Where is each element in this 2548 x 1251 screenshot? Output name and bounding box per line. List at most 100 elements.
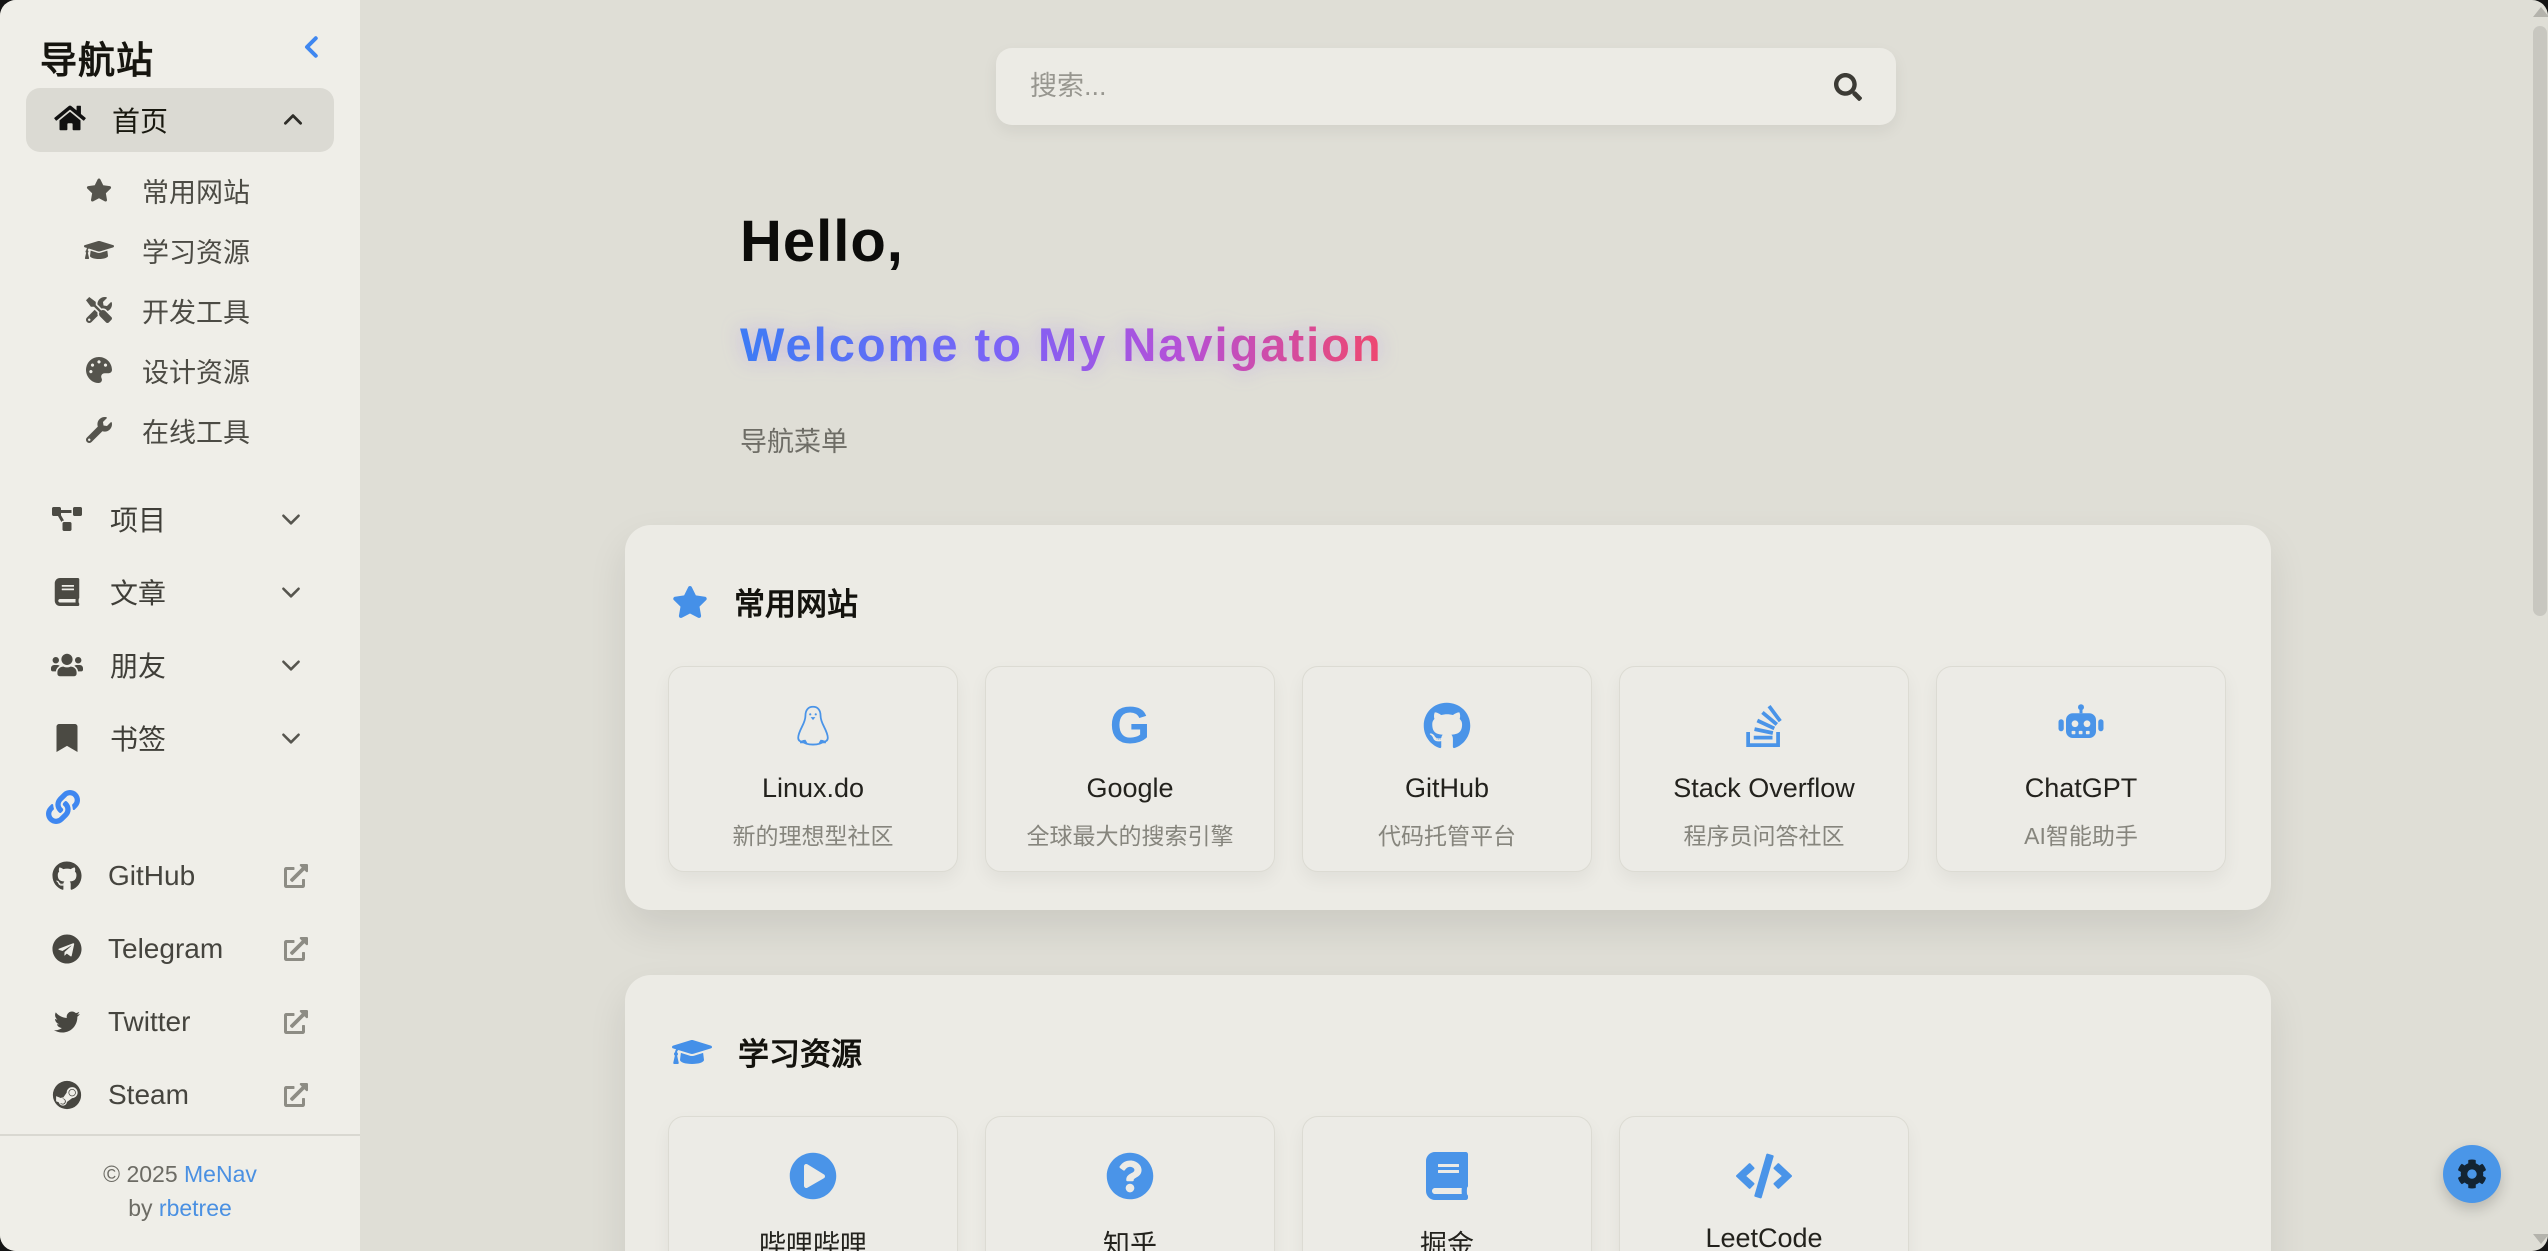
links-section-marker bbox=[0, 774, 360, 839]
sidebar-link-label: Steam bbox=[108, 1079, 189, 1111]
scrollbar-up-arrow[interactable] bbox=[2533, 7, 2548, 17]
site-card-zhihu[interactable]: 知乎 bbox=[985, 1116, 1275, 1251]
external-link-icon bbox=[284, 937, 308, 961]
sidebar-item-label: 首页 bbox=[112, 100, 168, 140]
sidebar-item-label: 书签 bbox=[110, 718, 166, 758]
sidebar-subitem-label: 开发工具 bbox=[142, 291, 250, 330]
card-description: 全球最大的搜索引擎 bbox=[1027, 817, 1234, 851]
link-icon bbox=[46, 811, 80, 828]
external-link-icon bbox=[284, 1083, 308, 1107]
steam-icon bbox=[50, 1080, 84, 1110]
book-icon bbox=[50, 578, 84, 606]
site-card-leetcode[interactable]: LeetCode bbox=[1619, 1116, 1909, 1251]
github-icon bbox=[1423, 701, 1471, 751]
sidebar-item-label: 文章 bbox=[110, 572, 166, 612]
chevron-down-icon bbox=[278, 506, 304, 532]
stack-overflow-icon bbox=[1746, 701, 1782, 751]
chevron-down-icon bbox=[278, 652, 304, 678]
section-title: 常用网站 bbox=[734, 579, 858, 624]
by-text: by bbox=[128, 1195, 152, 1221]
sidebar-links: GitHub Telegram Twitter Steam bbox=[0, 839, 360, 1131]
sidebar-link-label: Telegram bbox=[108, 933, 223, 965]
graduation-cap-icon bbox=[672, 1035, 712, 1069]
search-icon[interactable] bbox=[1834, 73, 1862, 101]
sidebar-collapse-button[interactable] bbox=[294, 30, 330, 66]
robot-icon bbox=[2057, 701, 2105, 751]
sidebar-link-steam[interactable]: Steam bbox=[0, 1058, 360, 1131]
site-card-google[interactable]: G Google 全球最大的搜索引擎 bbox=[985, 666, 1275, 872]
sidebar-subitem-learning[interactable]: 学习资源 bbox=[0, 220, 360, 280]
app-title: 导航站 bbox=[40, 30, 154, 84]
sidebar-link-github[interactable]: GitHub bbox=[0, 839, 360, 912]
sidebar-header: 导航站 bbox=[0, 0, 360, 88]
sidebar-groups: 项目 文章 朋友 书签 bbox=[0, 470, 360, 774]
scrollbar-down-arrow[interactable] bbox=[2533, 1234, 2548, 1244]
card-grid: Linux.do 新的理想型社区 G Google 全球最大的搜索引擎 GitH… bbox=[668, 666, 2271, 872]
search-bar bbox=[996, 48, 1896, 125]
hero: Hello, Welcome to My Navigation 导航菜单 bbox=[740, 208, 1383, 459]
brand-link[interactable]: MeNav bbox=[184, 1161, 257, 1187]
site-card-chatgpt[interactable]: ChatGPT AI智能助手 bbox=[1936, 666, 2226, 872]
star-icon bbox=[672, 585, 708, 619]
card-title: 哔哩哔哩 bbox=[759, 1223, 867, 1251]
external-link-icon bbox=[284, 864, 308, 888]
sidebar-item-projects[interactable]: 项目 bbox=[0, 482, 360, 555]
site-card-stackoverflow[interactable]: Stack Overflow 程序员问答社区 bbox=[1619, 666, 1909, 872]
gear-icon bbox=[2457, 1159, 2487, 1189]
google-g-icon: G bbox=[1110, 701, 1150, 751]
telegram-icon bbox=[50, 934, 84, 964]
site-card-juejin[interactable]: 掘金 bbox=[1302, 1116, 1592, 1251]
card-title: Google bbox=[1086, 773, 1173, 804]
card-title: Stack Overflow bbox=[1673, 773, 1855, 804]
wrench-icon bbox=[84, 417, 114, 443]
sidebar-link-label: Twitter bbox=[108, 1006, 190, 1038]
palette-icon bbox=[84, 357, 114, 383]
home-icon bbox=[54, 104, 86, 137]
sidebar-link-twitter[interactable]: Twitter bbox=[0, 985, 360, 1058]
footer-author-line: by rbetree bbox=[0, 1192, 360, 1225]
star-icon bbox=[84, 177, 114, 203]
search-input[interactable] bbox=[1030, 71, 1834, 102]
sidebar-subitem-label: 在线工具 bbox=[142, 411, 250, 450]
main-content: Hello, Welcome to My Navigation 导航菜单 常用网… bbox=[360, 0, 2548, 1251]
section-header: 学习资源 bbox=[672, 1029, 2271, 1074]
section-header: 常用网站 bbox=[672, 579, 2271, 624]
chevron-left-icon bbox=[297, 50, 327, 65]
sidebar-footer: © 2025 MeNav by rbetree bbox=[0, 1134, 360, 1251]
sidebar-submenu: 常用网站 学习资源 开发工具 设计资源 在线工具 bbox=[0, 152, 360, 470]
sidebar-link-telegram[interactable]: Telegram bbox=[0, 912, 360, 985]
sidebar-subitem-common-sites[interactable]: 常用网站 bbox=[0, 160, 360, 220]
sidebar-subitem-dev-tools[interactable]: 开发工具 bbox=[0, 280, 360, 340]
card-description: AI智能助手 bbox=[2024, 817, 2138, 851]
site-card-bilibili[interactable]: 哔哩哔哩 bbox=[668, 1116, 958, 1251]
book-icon bbox=[1425, 1151, 1469, 1201]
graduation-cap-icon bbox=[84, 237, 114, 263]
sidebar-subitem-label: 常用网站 bbox=[142, 171, 250, 210]
site-card-linuxdo[interactable]: Linux.do 新的理想型社区 bbox=[668, 666, 958, 872]
card-title: ChatGPT bbox=[2025, 773, 2138, 804]
external-link-icon bbox=[284, 1010, 308, 1034]
page: 导航站 首页 常用网站 学习资源 开发工具 bbox=[0, 0, 2548, 1251]
users-icon bbox=[50, 652, 84, 678]
footer-copyright-line: © 2025 MeNav bbox=[0, 1158, 360, 1191]
card-title: 掘金 bbox=[1420, 1223, 1474, 1251]
bookmark-icon bbox=[50, 724, 84, 752]
site-card-github[interactable]: GitHub 代码托管平台 bbox=[1302, 666, 1592, 872]
card-title: Linux.do bbox=[762, 773, 864, 804]
scrollbar-thumb[interactable] bbox=[2533, 26, 2547, 616]
play-circle-icon bbox=[789, 1151, 837, 1201]
sidebar-item-home[interactable]: 首页 bbox=[26, 88, 334, 152]
sidebar-item-label: 朋友 bbox=[110, 645, 166, 685]
settings-button[interactable] bbox=[2443, 1145, 2501, 1203]
sidebar-item-articles[interactable]: 文章 bbox=[0, 555, 360, 628]
chevron-down-icon bbox=[278, 579, 304, 605]
card-title: 知乎 bbox=[1103, 1223, 1157, 1251]
card-description: 代码托管平台 bbox=[1378, 817, 1516, 851]
sidebar-item-bookmarks[interactable]: 书签 bbox=[0, 701, 360, 774]
author-link[interactable]: rbetree bbox=[159, 1195, 232, 1221]
sidebar-subitem-online-tools[interactable]: 在线工具 bbox=[0, 400, 360, 460]
sidebar-subitem-design[interactable]: 设计资源 bbox=[0, 340, 360, 400]
sidebar-item-friends[interactable]: 朋友 bbox=[0, 628, 360, 701]
section-common-sites: 常用网站 Linux.do 新的理想型社区 G Google 全球最大的搜索引擎… bbox=[625, 525, 2271, 910]
hero-welcome: Welcome to My Navigation bbox=[740, 317, 1383, 372]
